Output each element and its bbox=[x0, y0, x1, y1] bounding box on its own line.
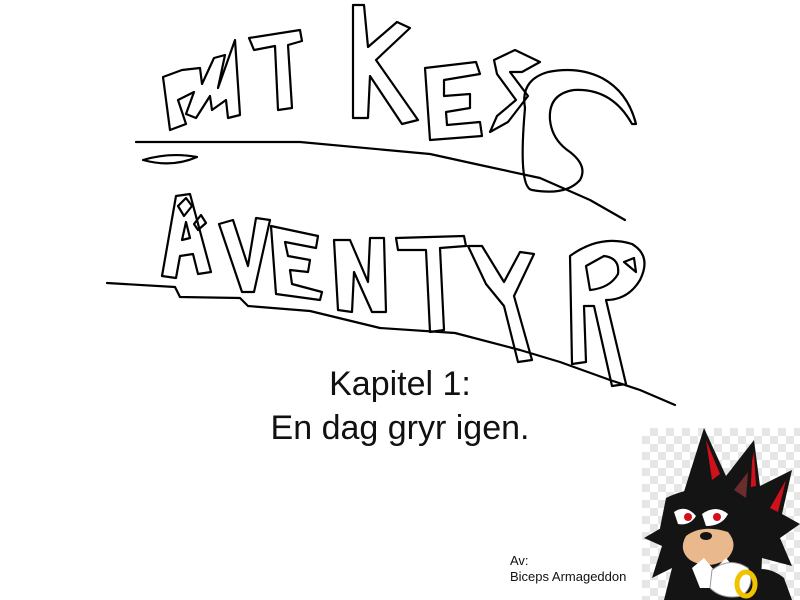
title-letter-t bbox=[394, 234, 468, 334]
title-letter-v bbox=[217, 216, 272, 294]
chapter-title: En dag gryr igen. bbox=[270, 409, 530, 447]
credits-author: Biceps Armageddon bbox=[510, 569, 627, 584]
title-letter-n bbox=[332, 236, 388, 314]
title-umlaut-dot-left bbox=[176, 196, 194, 218]
hedgehog-character-illustration bbox=[642, 428, 800, 600]
character-iris-right bbox=[713, 513, 721, 521]
title-letter-k bbox=[351, 3, 420, 126]
title-swirl bbox=[521, 68, 638, 193]
title-letter-m bbox=[161, 38, 242, 132]
character-nose bbox=[700, 532, 712, 540]
title-underline-upper bbox=[134, 140, 627, 222]
title-squiggle bbox=[141, 153, 199, 165]
title-letter-a bbox=[160, 192, 213, 280]
character-iris-left bbox=[684, 513, 692, 521]
character-glove bbox=[709, 562, 752, 598]
credits: Av: Biceps Armageddon bbox=[510, 553, 626, 585]
title-letter-e bbox=[423, 60, 484, 142]
title-letter-s bbox=[488, 48, 542, 134]
character-drawing bbox=[644, 428, 800, 600]
title-letter-e2 bbox=[269, 224, 324, 302]
title-letter-i bbox=[247, 28, 304, 112]
credits-by-label: Av: bbox=[510, 553, 529, 568]
chapter-number-label: Kapitel 1: bbox=[329, 365, 471, 403]
title-letter-mark bbox=[622, 256, 638, 274]
